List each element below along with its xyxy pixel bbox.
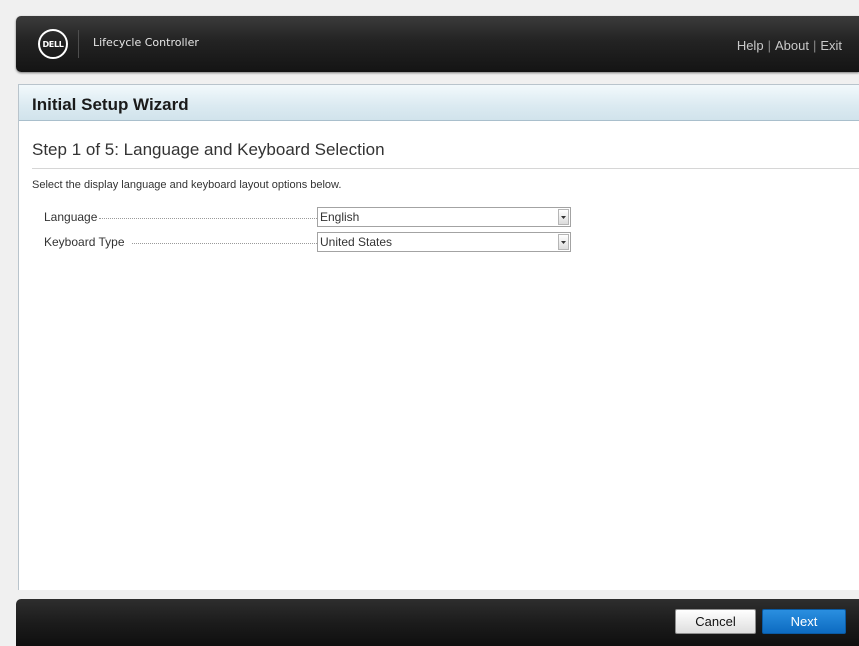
logo-text: DELL [42,39,64,49]
header-links: Help | About | Exit [737,38,842,53]
dell-logo: DELL [38,29,68,59]
chevron-down-icon[interactable] [558,234,569,250]
link-separator: | [812,38,817,53]
language-label: Language [44,210,98,224]
cancel-button[interactable]: Cancel [675,609,756,634]
language-row: Language English [44,207,604,227]
link-separator: | [767,38,771,53]
next-button[interactable]: Next [762,609,846,634]
chevron-down-icon[interactable] [558,209,569,225]
keyboard-type-label: Keyboard Type [44,235,125,249]
keyboard-type-leader-line [132,243,319,244]
logo-divider [78,30,79,58]
wizard-title: Initial Setup Wizard [32,95,189,114]
keyboard-type-select[interactable]: United States [317,232,571,252]
keyboard-type-selected-value: United States [320,235,393,249]
language-leader-line [99,218,319,219]
help-link[interactable]: Help [737,38,764,53]
language-select[interactable]: English [317,207,571,227]
step-title: Step 1 of 5: Language and Keyboard Selec… [32,140,385,159]
bottom-bar: Cancel Next [16,599,859,646]
exit-link[interactable]: Exit [820,38,842,53]
keyboard-type-row: Keyboard Type United States [44,232,604,252]
language-selected-value: English [320,210,360,224]
step-divider [32,168,859,169]
app-title: Lifecycle Controller [93,36,199,49]
wizard-panel: Initial Setup Wizard Step 1 of 5: Langua… [18,84,859,590]
about-link[interactable]: About [775,38,809,53]
top-bar: DELL Lifecycle Controller Help | About | Exi… [16,16,859,72]
instructions-text: Select the display language and keyboard… [32,179,342,191]
